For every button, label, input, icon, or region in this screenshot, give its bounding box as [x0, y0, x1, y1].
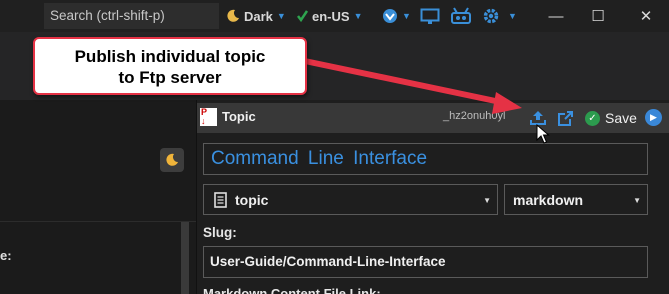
mouse-cursor-icon: [536, 124, 550, 144]
annotation-callout: Publish individual topic to Ftp server: [33, 37, 307, 95]
callout-line-1: Publish individual topic: [74, 47, 266, 66]
callout-line-2: to Ftp server: [118, 68, 222, 87]
